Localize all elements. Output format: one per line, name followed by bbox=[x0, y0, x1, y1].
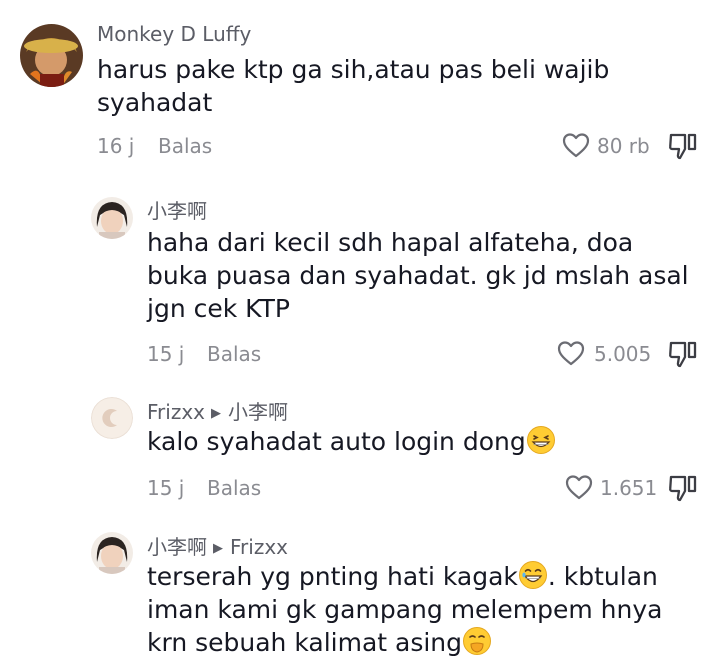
triangle-right-icon: ▶ bbox=[213, 541, 223, 556]
avatar[interactable] bbox=[91, 532, 133, 574]
avatar[interactable] bbox=[91, 197, 133, 239]
reply-button[interactable]: Balas bbox=[158, 134, 212, 158]
comment-username[interactable]: 小李啊 ▶ Frizxx bbox=[147, 531, 288, 560]
comment-text: haha dari kecil sdh hapal alfateha, doa … bbox=[147, 228, 689, 323]
grinning-squinting-face-emoji bbox=[526, 426, 555, 454]
reply-button[interactable]: Balas bbox=[207, 476, 261, 500]
username-text[interactable]: Frizxx bbox=[147, 400, 205, 424]
reply-to-username[interactable]: 小李啊 bbox=[228, 400, 288, 424]
comment-time: 15 j bbox=[147, 342, 185, 366]
heart-outline-icon[interactable] bbox=[562, 132, 590, 158]
comment-text: harus pake ktp ga sih,atau pas beli waji… bbox=[97, 55, 610, 117]
thumbs-down-icon[interactable] bbox=[668, 474, 698, 502]
thumbs-down-icon[interactable] bbox=[668, 132, 698, 160]
comment-2: 小李啊 haha dari kecil sdh hapal alfateha, … bbox=[0, 175, 720, 385]
like-count: 5.005 bbox=[594, 342, 652, 366]
comment-1: Monkey D Luffy harus pake ktp ga sih,ata… bbox=[0, 0, 720, 175]
avatar[interactable] bbox=[20, 24, 83, 87]
thumbs-down-icon[interactable] bbox=[668, 340, 698, 368]
comment-4: 小李啊 ▶ Frizxx terserah yg pnting hati kagak… bbox=[0, 515, 720, 665]
heart-outline-icon[interactable] bbox=[565, 474, 593, 500]
like-count: 80 rb bbox=[597, 134, 650, 158]
comment-text: terserah yg pnting hati kagak . kbtulan … bbox=[147, 560, 712, 659]
triangle-right-icon: ▶ bbox=[211, 406, 221, 421]
comment-text-segment: krn sebuah kalimat asing bbox=[147, 628, 463, 657]
comment-time: 16 j bbox=[97, 134, 135, 158]
comment-text: kalo syahadat auto login dong bbox=[147, 425, 707, 458]
comment-text-line: terserah yg pnting hati kagak . kbtulan bbox=[147, 560, 712, 593]
username-text[interactable]: 小李啊 bbox=[147, 535, 207, 559]
comment-3: Frizxx ▶ 小李啊 kalo syahadat auto login dong… bbox=[0, 385, 720, 515]
comment-text-line: iman kami gk gampang melempem hnya bbox=[147, 595, 663, 624]
comment-time: 15 j bbox=[147, 476, 185, 500]
reply-button[interactable]: Balas bbox=[207, 342, 261, 366]
comment-text-segment: terserah yg pnting hati kagak bbox=[147, 562, 518, 591]
comment-username[interactable]: Frizxx ▶ 小李啊 bbox=[147, 396, 288, 425]
reply-to-username[interactable]: Frizxx bbox=[230, 535, 288, 559]
comment-text-line: krn sebuah kalimat asing bbox=[147, 626, 712, 659]
heart-outline-icon[interactable] bbox=[557, 340, 585, 366]
comment-text-segment: . kbtulan bbox=[547, 562, 658, 591]
comment-username[interactable]: Monkey D Luffy bbox=[97, 22, 251, 46]
laughing-face-emoji bbox=[518, 561, 547, 589]
avatar[interactable] bbox=[91, 397, 133, 439]
comment-text-body: kalo syahadat auto login dong bbox=[147, 427, 526, 456]
face-with-hand-over-mouth-emoji bbox=[463, 627, 492, 655]
like-count: 1.651 bbox=[600, 476, 658, 500]
comment-username[interactable]: 小李啊 bbox=[147, 195, 207, 224]
